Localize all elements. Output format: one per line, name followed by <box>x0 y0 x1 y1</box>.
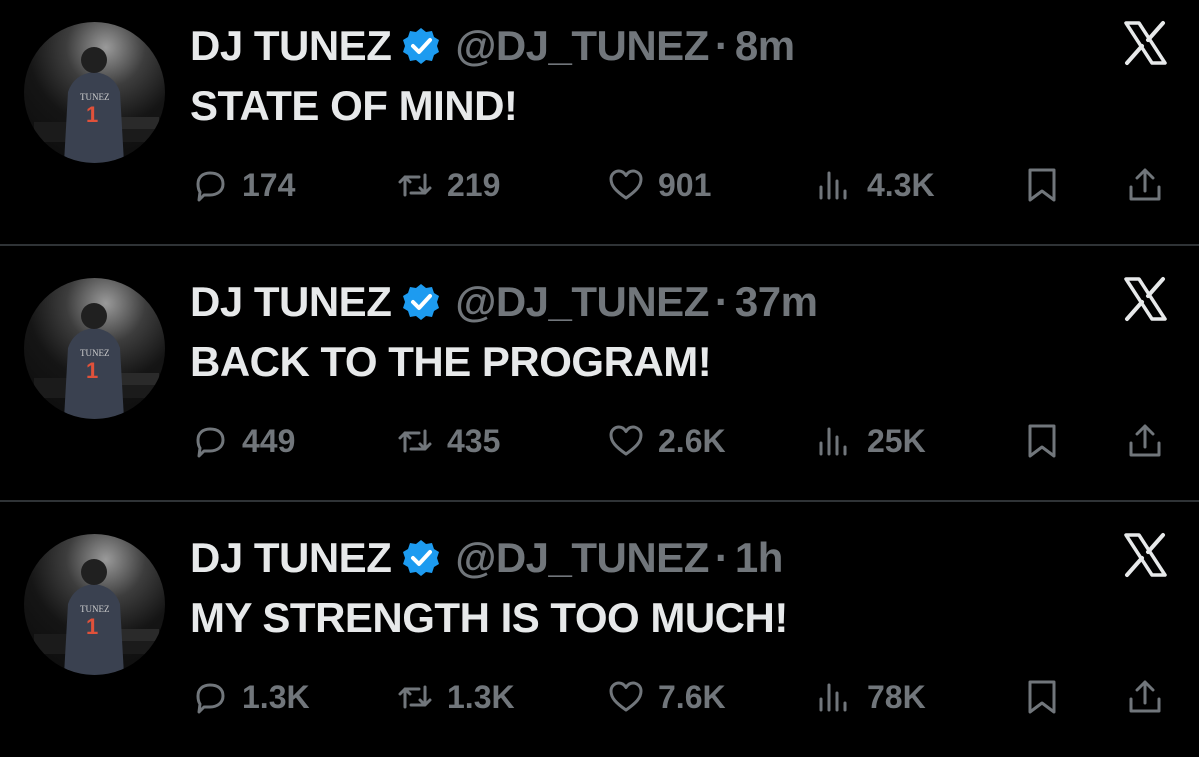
separator-dot: · <box>714 534 729 581</box>
tweet-divider <box>0 500 1199 502</box>
bookmark-button[interactable] <box>1022 672 1062 722</box>
views-chart-icon <box>819 683 847 712</box>
reply-count: 449 <box>242 422 296 459</box>
share-button[interactable] <box>1125 160 1165 210</box>
views-chart-icon <box>819 171 847 200</box>
views-count: 78K <box>867 678 926 715</box>
user-handle[interactable]: @DJ_TUNEZ <box>455 534 709 582</box>
timestamp[interactable]: 1h <box>735 534 784 582</box>
svg-text:1: 1 <box>86 614 98 639</box>
reply-icon <box>196 171 225 202</box>
tweet-actions: 449 435 2.6K 25K <box>0 416 1199 466</box>
like-count: 7.6K <box>658 678 726 715</box>
tweet[interactable]: 1 TUNEZ DJ TUNEZ @DJ_TUNEZ · 8m STATE OF… <box>0 0 1199 245</box>
user-handle[interactable]: @DJ_TUNEZ <box>455 22 709 70</box>
retweet-icon <box>398 685 432 709</box>
timestamp[interactable]: 37m <box>735 278 818 326</box>
bookmark-icon <box>1028 424 1056 458</box>
like-count: 2.6K <box>658 422 726 459</box>
like-button[interactable]: 901 <box>606 160 711 210</box>
tweet-text: BACK TO THE PROGRAM! <box>190 338 712 385</box>
tweet-text: MY STRENGTH IS TOO MUCH! <box>190 594 788 641</box>
x-logo-icon <box>1120 530 1170 580</box>
display-name[interactable]: DJ TUNEZ <box>190 278 392 326</box>
x-logo-icon <box>1120 18 1170 68</box>
bookmark-icon <box>1028 680 1056 714</box>
reply-count: 174 <box>242 166 296 203</box>
verified-badge-icon <box>401 26 441 66</box>
svg-text:TUNEZ: TUNEZ <box>80 604 110 614</box>
separator-dot: · <box>714 278 729 325</box>
like-button[interactable]: 2.6K <box>606 416 726 466</box>
svg-text:1: 1 <box>86 102 98 127</box>
retweet-count: 435 <box>447 422 501 459</box>
bookmark-button[interactable] <box>1022 160 1062 210</box>
x-logo-icon <box>1120 274 1170 324</box>
views-chart-icon <box>819 427 847 456</box>
retweet-icon <box>398 429 432 453</box>
tweet[interactable]: 1 TUNEZ DJ TUNEZ @DJ_TUNEZ · 37m BACK TO… <box>0 256 1199 501</box>
avatar[interactable]: 1 TUNEZ <box>24 534 165 675</box>
share-button[interactable] <box>1125 416 1165 466</box>
bookmark-icon <box>1028 168 1056 202</box>
reply-button[interactable]: 1.3K <box>190 672 310 722</box>
heart-icon <box>609 681 643 712</box>
display-name[interactable]: DJ TUNEZ <box>190 22 392 70</box>
avatar[interactable]: 1 TUNEZ <box>24 22 165 163</box>
retweet-icon <box>398 173 432 197</box>
share-button[interactable] <box>1125 672 1165 722</box>
reply-button[interactable]: 174 <box>190 160 295 210</box>
verified-badge-icon <box>401 282 441 322</box>
views-count: 4.3K <box>867 166 935 203</box>
share-icon <box>1129 168 1161 201</box>
share-icon <box>1129 424 1161 457</box>
retweet-button[interactable]: 435 <box>395 416 500 466</box>
tweet-actions: 1.3K 1.3K 7.6K 78K <box>0 672 1199 722</box>
verified-badge-icon <box>401 538 441 578</box>
reply-button[interactable]: 449 <box>190 416 295 466</box>
svg-text:TUNEZ: TUNEZ <box>80 348 110 358</box>
svg-text:TUNEZ: TUNEZ <box>80 92 110 102</box>
reply-count: 1.3K <box>242 678 310 715</box>
heart-icon <box>609 425 643 456</box>
heart-icon <box>609 169 643 200</box>
reply-icon <box>196 427 225 458</box>
views-count: 25K <box>867 422 926 459</box>
bookmark-button[interactable] <box>1022 416 1062 466</box>
views-button[interactable]: 78K <box>815 672 926 722</box>
like-button[interactable]: 7.6K <box>606 672 726 722</box>
timestamp[interactable]: 8m <box>735 22 795 70</box>
display-name[interactable]: DJ TUNEZ <box>190 534 392 582</box>
retweet-button[interactable]: 1.3K <box>395 672 515 722</box>
retweet-count: 219 <box>447 166 501 203</box>
share-icon <box>1129 680 1161 713</box>
tweet-divider <box>0 244 1199 246</box>
views-button[interactable]: 25K <box>815 416 926 466</box>
tweet[interactable]: 1 TUNEZ DJ TUNEZ @DJ_TUNEZ · 1h MY STREN… <box>0 512 1199 757</box>
tweet-actions: 174 219 901 4.3K <box>0 160 1199 210</box>
user-handle[interactable]: @DJ_TUNEZ <box>455 278 709 326</box>
like-count: 901 <box>658 166 712 203</box>
avatar[interactable]: 1 TUNEZ <box>24 278 165 419</box>
retweet-button[interactable]: 219 <box>395 160 500 210</box>
svg-text:1: 1 <box>86 358 98 383</box>
views-button[interactable]: 4.3K <box>815 160 935 210</box>
retweet-count: 1.3K <box>447 678 515 715</box>
tweet-text: STATE OF MIND! <box>190 82 518 129</box>
separator-dot: · <box>714 22 729 69</box>
reply-icon <box>196 683 225 714</box>
